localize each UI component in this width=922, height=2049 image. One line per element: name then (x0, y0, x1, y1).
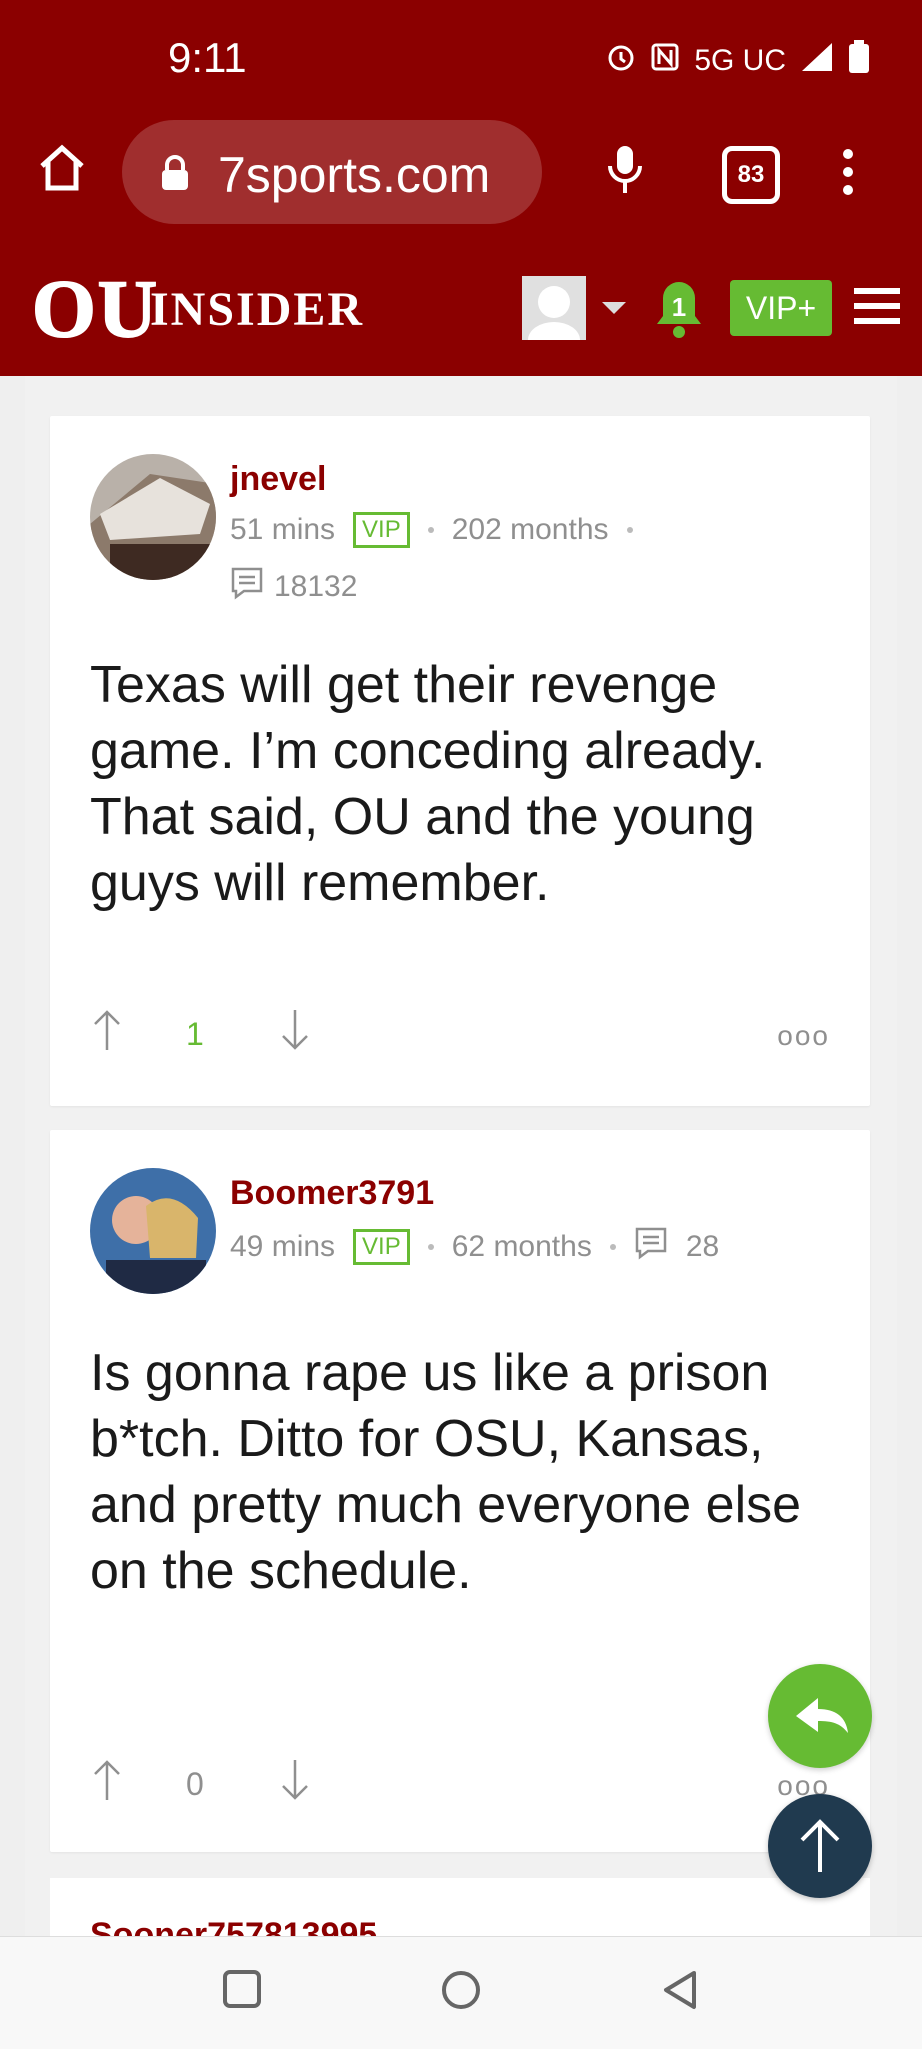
comment-icon (634, 1226, 668, 1268)
battery-icon (848, 40, 870, 82)
alarm-icon (606, 42, 636, 80)
post-count: 18132 (230, 566, 357, 608)
network-label: 5G UC (694, 44, 786, 77)
user-avatar[interactable] (522, 276, 586, 358)
bell-icon[interactable]: 1 (652, 278, 706, 345)
meta-separator (427, 1244, 434, 1250)
post-card: jnevel 51 mins VIP 202 months 18132 Texa… (50, 416, 870, 1106)
downvote-arrow-icon[interactable] (278, 1758, 312, 1807)
status-icons: 5G UC (606, 40, 870, 82)
post-count-value: 28 (685, 1230, 720, 1263)
post-time: 51 mins (230, 513, 336, 546)
post-meta: 49 mins VIP 62 months 28 (230, 1226, 719, 1268)
chevron-down-icon[interactable] (602, 302, 626, 314)
vote-score: 1 (186, 1016, 204, 1052)
downvote-arrow-icon[interactable] (278, 1008, 312, 1057)
signal-icon (800, 41, 834, 81)
post-card: Boomer3791 49 mins VIP 62 months 28 Is g… (50, 1130, 870, 1852)
site-logo[interactable]: OU INSIDER (31, 262, 428, 355)
home-icon[interactable] (36, 142, 88, 199)
nfc-icon (650, 42, 680, 80)
arrow-up-icon (800, 1819, 840, 1872)
address-bar[interactable]: 7sports.com (122, 120, 542, 224)
member-tenure: 62 months (451, 1230, 592, 1263)
scroll-to-top-button[interactable] (768, 1794, 872, 1898)
post-time: 49 mins (230, 1230, 336, 1263)
logo-ou: OU (31, 262, 159, 355)
vote-score: 0 (186, 1766, 204, 1802)
home-nav-icon[interactable] (440, 1969, 482, 2016)
more-options-icon[interactable]: ooo (777, 1020, 830, 1052)
reply-button[interactable] (768, 1664, 872, 1768)
post-count-value: 18132 (274, 570, 358, 603)
upvote-arrow-icon[interactable] (90, 1758, 124, 1807)
top-bar: 9:11 5G UC 7sports.com 83 OU INSIDER 1 V… (0, 0, 922, 376)
meta-separator (427, 527, 434, 533)
logo-insider: INSIDER (150, 283, 365, 336)
lock-icon (158, 154, 192, 197)
mic-icon[interactable] (604, 142, 646, 201)
vip-plus-button[interactable]: VIP+ (730, 280, 832, 336)
post-body: Is gonna rape us like a prison b*tch. Di… (90, 1344, 802, 1600)
vip-badge: VIP (353, 512, 410, 548)
notification-count: 1 (671, 292, 687, 322)
post-card: Sooner757813995 (50, 1878, 870, 1936)
post-meta: 51 mins VIP 202 months (230, 512, 633, 548)
back-icon[interactable] (660, 1969, 700, 2016)
comment-icon (230, 566, 264, 608)
recents-icon[interactable] (222, 1969, 262, 2014)
post-body: Texas will get their revenge game. I’m c… (90, 656, 766, 912)
poster-avatar[interactable] (90, 454, 216, 580)
poster-username[interactable]: Sooner757813995 (90, 1916, 377, 1936)
post-actions: 1 ooo (90, 1008, 830, 1058)
hamburger-menu-icon[interactable] (854, 286, 900, 331)
vip-badge: VIP (353, 1229, 410, 1265)
post-actions: 0 ooo (90, 1758, 830, 1808)
tab-switcher-button[interactable]: 83 (722, 146, 780, 204)
poster-username[interactable]: Boomer3791 (230, 1174, 434, 1213)
reply-icon (796, 1698, 848, 1733)
upvote-arrow-icon[interactable] (90, 1008, 124, 1057)
system-nav-bar (0, 1936, 922, 2049)
poster-avatar[interactable] (90, 1168, 216, 1294)
meta-separator (609, 1244, 616, 1250)
member-tenure: 202 months (451, 513, 609, 546)
poster-username[interactable]: jnevel (230, 460, 326, 499)
meta-separator (626, 527, 633, 533)
overflow-menu-icon[interactable] (840, 148, 856, 201)
status-time: 9:11 (168, 34, 247, 81)
url-text: 7sports.com (218, 147, 491, 203)
